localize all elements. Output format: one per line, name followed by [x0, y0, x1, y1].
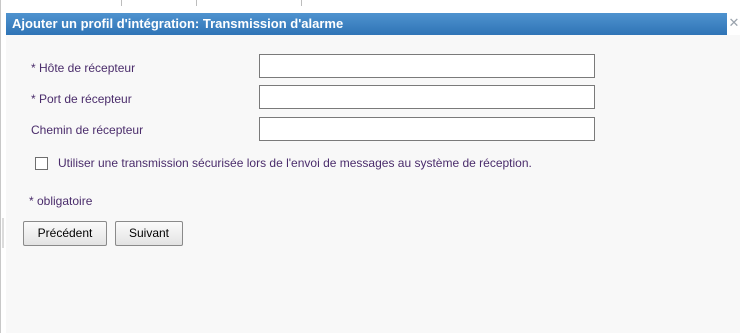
previous-button[interactable]: Précédent [23, 221, 107, 246]
dialog-titlebar: Ajouter un profil d'intégration: Transmi… [6, 13, 740, 35]
top-strip [1, 0, 740, 13]
receiver-host-input[interactable] [259, 54, 595, 78]
top-strip-tick [121, 0, 122, 6]
receiver-host-label: * Hôte de récepteur [31, 61, 136, 75]
receiver-port-input[interactable] [259, 85, 595, 109]
top-strip-tick [196, 0, 197, 6]
top-strip-tick [301, 0, 302, 6]
close-icon[interactable]: ✕ [727, 13, 740, 35]
required-note: * obligatoire [29, 194, 93, 208]
dialog-body: * Hôte de récepteur * Port de récepteur … [6, 35, 740, 333]
dialog-window: Ajouter un profil d'intégration: Transmi… [0, 0, 740, 333]
dialog-title: Ajouter un profil d'intégration: Transmi… [12, 16, 344, 31]
secure-transmission-label: Utiliser une transmission sécurisée lors… [58, 156, 532, 170]
receiver-path-label: Chemin de récepteur [31, 123, 144, 137]
receiver-path-input[interactable] [259, 117, 595, 141]
receiver-port-label: * Port de récepteur [31, 92, 132, 106]
left-edge-mark [2, 218, 4, 248]
secure-transmission-checkbox[interactable] [35, 157, 48, 170]
next-button[interactable]: Suivant [115, 221, 183, 246]
